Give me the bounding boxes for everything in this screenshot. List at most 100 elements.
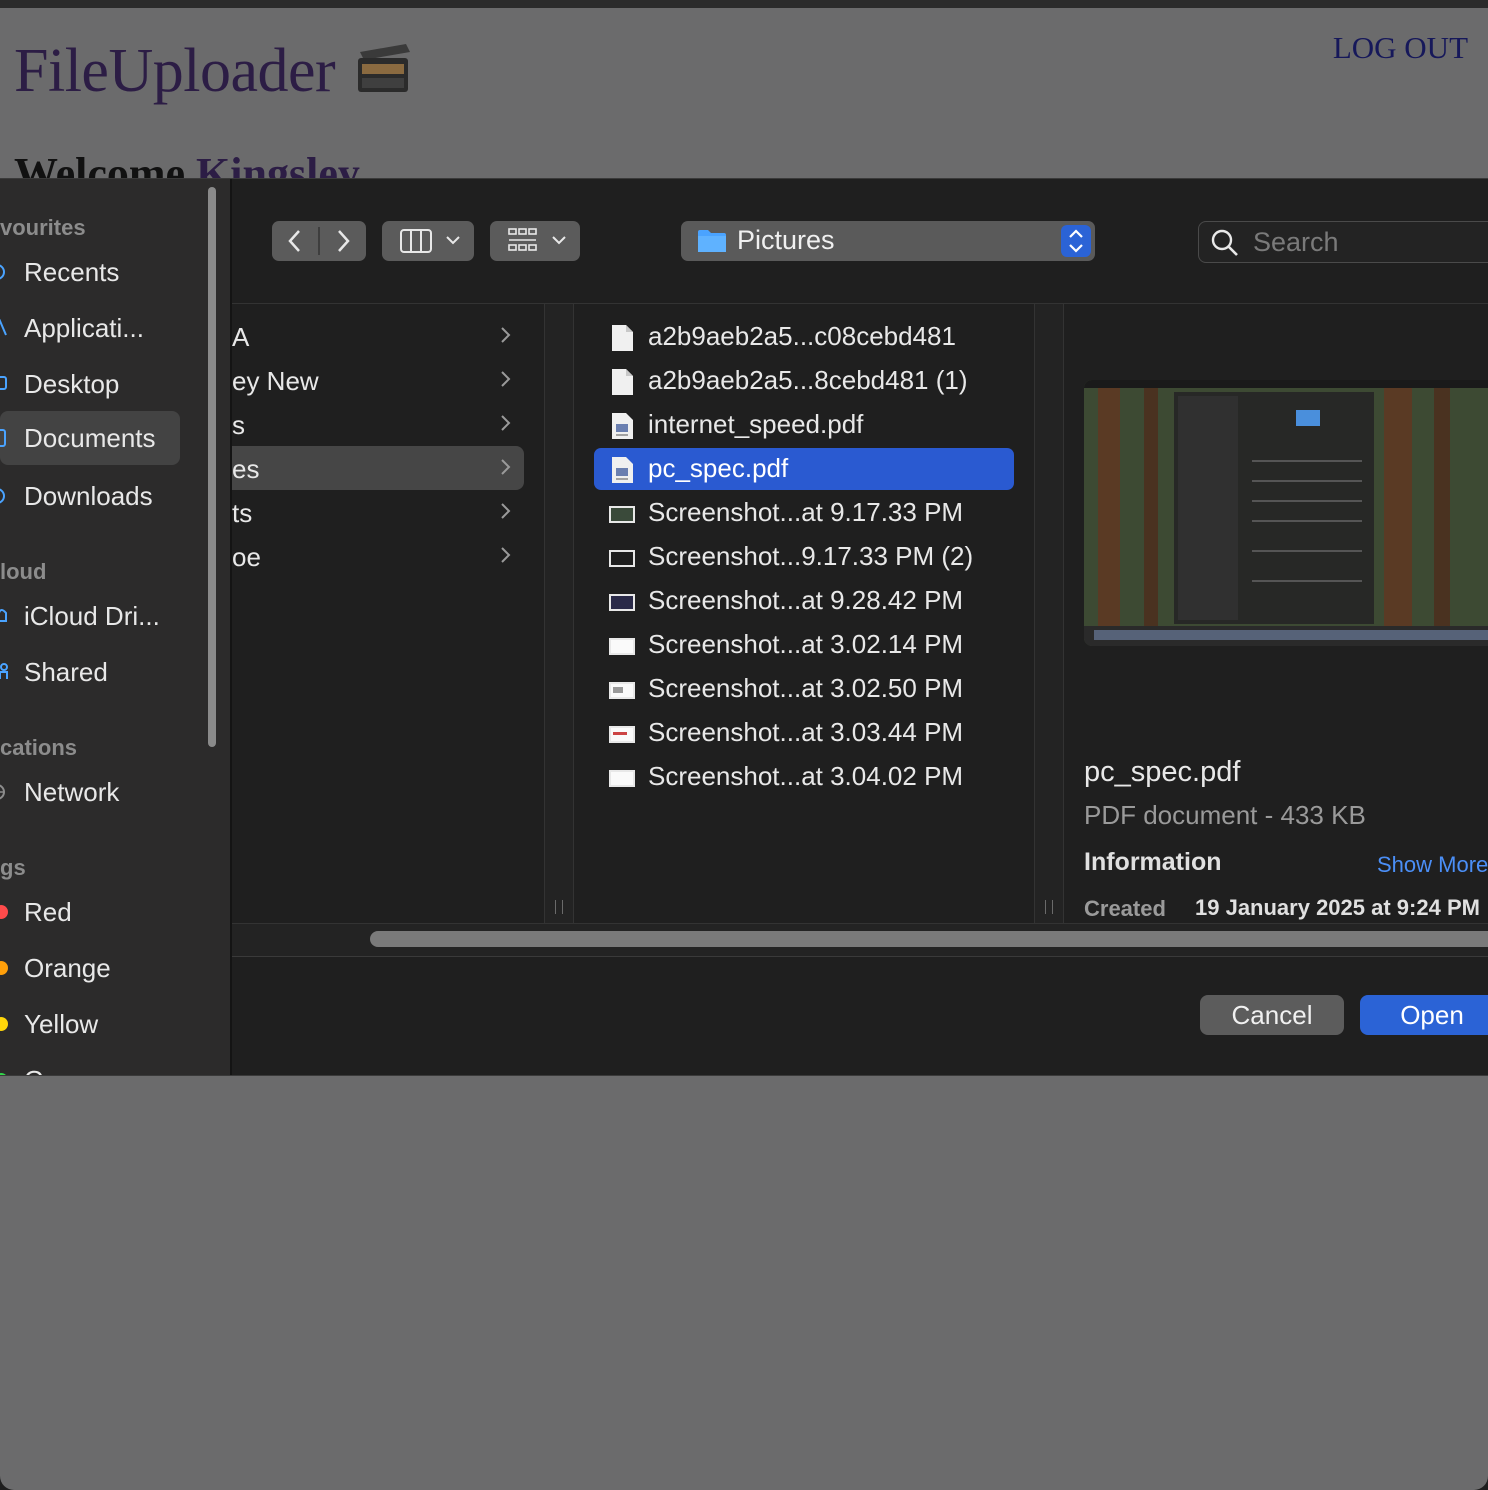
file-row[interactable]: Screenshot...at 9.28.42 PM [594,580,1014,622]
search-input[interactable] [1251,226,1485,258]
sidebar-tag-orange[interactable]: Orange [0,941,180,995]
preview-thumbnail [1084,380,1488,646]
sidebar-scrollbar[interactable] [208,187,216,747]
sidebar-item-recents[interactable]: Recents [0,245,180,299]
folder-row[interactable]: oe [232,534,524,578]
file-name: pc_spec.pdf [648,453,789,483]
scrollbar-thumb[interactable] [370,931,1488,947]
path-popup-label: Pictures [737,225,835,255]
file-name: internet_speed.pdf [648,409,864,439]
sidebar-item-desktop[interactable]: Desktop [0,357,180,411]
sidebar-item-label: Applicati... [24,313,144,343]
screenshot-thumb-icon [609,726,635,743]
folder-row[interactable]: s [232,402,524,446]
sidebar-item-icloud-drive[interactable]: iCloud Dri... [0,589,180,643]
preview-file-name: pc_spec.pdf [1084,756,1241,788]
file-name: Screenshot...at 9.28.42 PM [648,585,964,615]
path-popup-button[interactable]: Pictures [681,221,1095,261]
file-row-selected[interactable]: pc_spec.pdf [594,448,1014,490]
file-row[interactable]: a2b9aeb2a5...8cebd481 (1) [594,360,1014,402]
file-row[interactable]: Screenshot...at 3.02.14 PM [594,624,1014,666]
popup-stepper [1061,225,1091,257]
file-row[interactable]: Screenshot...at 3.03.44 PM [594,712,1014,754]
column-resize-handle[interactable] [544,304,574,924]
chevron-right-icon [501,503,511,519]
column-resize-handle[interactable] [1034,304,1064,924]
yellow-tag-icon [0,1017,8,1031]
sidebar-section-locations: cations [0,735,78,760]
chevron-right-icon [501,371,511,387]
screenshot-thumb-icon [609,594,635,611]
red-tag-icon [0,905,8,919]
finder-sidebar: vourites Recents Applicati... Desktop Do… [0,179,232,1075]
sidebar-item-label: Desktop [24,369,120,399]
chevron-right-icon [501,327,511,343]
chevron-right-icon [501,415,511,431]
app-logo: FileUploader [14,37,336,105]
chevron-right-icon [501,459,511,475]
chevron-down-icon [552,236,566,245]
globe-icon [0,784,5,800]
file-name: Screenshot...9.17.33 PM (2) [648,541,974,571]
sidebar-item-applications[interactable]: Applicati... [0,301,180,355]
forward-button[interactable] [320,221,366,261]
group-by-button[interactable] [490,221,580,261]
screenshot-thumb-icon [609,682,635,699]
chevron-right-icon [338,230,350,252]
file-open-dialog: vourites Recents Applicati... Desktop Do… [0,178,1488,1076]
blank-file-icon [612,325,633,351]
screenshot-thumb-icon [609,506,635,523]
blank-file-icon [612,369,633,395]
view-mode-button[interactable] [382,221,474,261]
horizontal-scrollbar[interactable] [232,923,1488,957]
sidebar-item-label: Orange [24,953,111,983]
preview-file-kind: PDF document - 433 KB [1084,800,1366,830]
columns-view-icon [400,229,432,253]
file-row[interactable]: Screenshot...at 9.17.33 PM [594,492,1014,534]
sidebar-item-network[interactable]: Network [0,765,180,819]
folder-row-label: s [232,410,245,440]
grid-icon [508,228,537,251]
column-browser: A ey New s es ts oe a2b9aeb2a5...c08cebd… [232,303,1488,924]
file-name: a2b9aeb2a5...c08cebd481 [648,321,956,351]
created-value: 19 January 2025 at 9:24 PM [1195,895,1480,920]
search-icon [1211,229,1238,256]
resize-grip-icon [555,900,563,914]
folder-row-selected[interactable]: es [232,446,524,490]
file-row[interactable]: internet_speed.pdf [594,404,1014,446]
file-name: Screenshot...at 3.03.44 PM [648,717,964,747]
cancel-button[interactable]: Cancel [1200,995,1344,1035]
preview-information-heading: Information [1084,848,1222,876]
open-button[interactable]: Open [1360,995,1488,1035]
sidebar-item-downloads[interactable]: Downloads [0,469,180,523]
created-label: Created [1084,896,1166,921]
folder-row[interactable]: ey New [232,358,524,402]
folder-row[interactable]: ts [232,490,524,534]
sidebar-section-favourites: vourites [0,215,86,240]
sidebar-tag-green[interactable]: Green [0,1053,180,1075]
document-icon [0,429,6,447]
up-down-chevron-icon [1069,229,1083,253]
column-parent-folders: A ey New s es ts oe [232,304,544,924]
show-more-link[interactable]: Show More [1377,852,1488,878]
sidebar-item-label: Green [24,1065,96,1075]
back-button[interactable] [272,221,318,261]
logout-link[interactable]: LOG OUT [1333,30,1468,66]
sidebar-item-label: Documents [24,423,156,453]
file-name: Screenshot...at 9.17.33 PM [648,497,964,527]
file-name: a2b9aeb2a5...8cebd481 (1) [648,365,968,395]
file-row[interactable]: Screenshot...at 3.02.50 PM [594,668,1014,710]
sidebar-item-documents[interactable]: Documents [0,411,180,465]
file-list-column: a2b9aeb2a5...c08cebd481 a2b9aeb2a5...8ce… [574,304,1034,924]
folder-row[interactable]: A [232,314,524,358]
file-row[interactable]: a2b9aeb2a5...c08cebd481 [594,316,1014,358]
sidebar-tag-yellow[interactable]: Yellow [0,997,180,1051]
chevron-right-icon [501,547,511,563]
search-field[interactable] [1198,221,1488,263]
file-name: Screenshot...at 3.02.14 PM [648,629,964,659]
sidebar-item-shared[interactable]: Shared [0,645,180,699]
sidebar-tag-red[interactable]: Red [0,885,180,939]
file-row[interactable]: Screenshot...9.17.33 PM (2) [594,536,1014,578]
sidebar-item-label: Shared [24,657,108,687]
file-row[interactable]: Screenshot...at 3.04.02 PM [594,756,1014,798]
